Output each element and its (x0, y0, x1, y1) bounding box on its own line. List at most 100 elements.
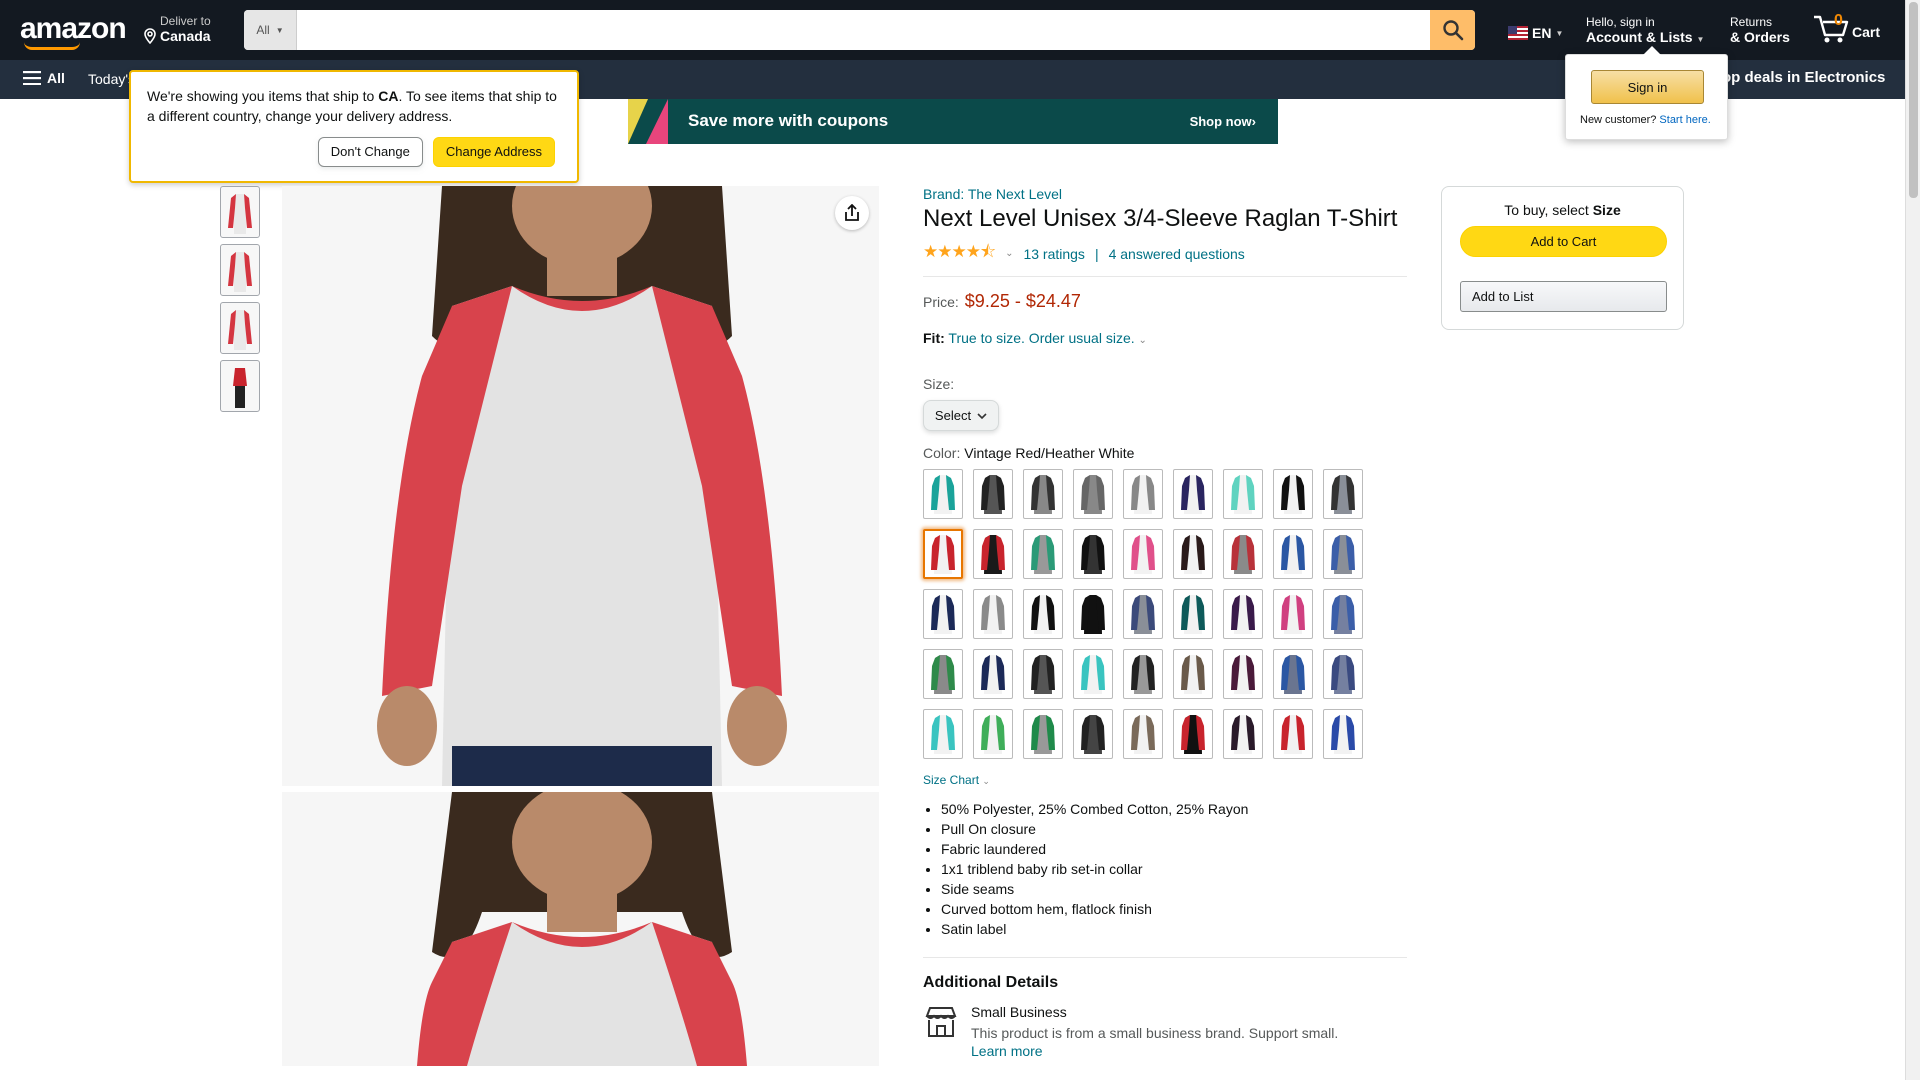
coupon-banner[interactable]: Save more with coupons Shop now› (628, 99, 1278, 144)
dont-change-button[interactable]: Don't Change (317, 137, 423, 167)
size-chart-label: Size Chart (923, 773, 980, 787)
electronics-deals-link[interactable]: op deals in Electronics (1722, 69, 1885, 86)
color-swatch[interactable] (1023, 469, 1063, 519)
thumbnail[interactable] (220, 186, 260, 238)
caret-down-icon: ▼ (1696, 35, 1705, 44)
color-swatch[interactable] (1073, 469, 1113, 519)
learn-more-link[interactable]: Learn more (971, 1043, 1338, 1059)
ratings-link[interactable]: 13 ratings (1023, 246, 1084, 262)
color-swatch[interactable] (1123, 589, 1163, 639)
additional-details: Additional Details Small Business This p… (923, 957, 1407, 1059)
orders-label: & Orders (1730, 29, 1790, 45)
start-here-link[interactable]: Start here. (1659, 114, 1710, 126)
color-swatch[interactable] (1223, 529, 1263, 579)
color-swatch[interactable] (1273, 649, 1313, 699)
color-swatch[interactable] (1273, 709, 1313, 759)
color-swatch[interactable] (1223, 469, 1263, 519)
shop-now-link[interactable]: Shop now› (1190, 114, 1256, 129)
color-swatch[interactable] (1223, 709, 1263, 759)
color-swatch[interactable] (973, 529, 1013, 579)
color-swatch[interactable] (973, 649, 1013, 699)
size-dropdown[interactable]: Select (923, 400, 999, 431)
scrollbar-thumb[interactable] (1909, 2, 1918, 198)
color-swatch[interactable] (1223, 649, 1263, 699)
color-swatch[interactable] (1323, 589, 1363, 639)
returns-orders[interactable]: Returns & Orders (1730, 15, 1790, 45)
color-swatch[interactable] (1123, 469, 1163, 519)
color-swatch[interactable] (923, 709, 963, 759)
product-info: Brand: The Next Level Next Level Unisex … (923, 186, 1407, 1059)
search-category-dropdown[interactable]: All ▼ (244, 10, 297, 50)
color-swatch[interactable] (1273, 469, 1313, 519)
thumbnail[interactable] (220, 360, 260, 412)
color-swatch[interactable] (1173, 529, 1213, 579)
color-swatch[interactable] (1273, 589, 1313, 639)
product-image-secondary[interactable] (282, 792, 879, 1066)
color-swatch[interactable] (923, 589, 963, 639)
color-swatch[interactable] (1023, 649, 1063, 699)
new-customer: New customer? Start here. (1580, 114, 1711, 126)
vertical-scrollbar[interactable] (1905, 0, 1920, 1080)
size-select-label: Select (934, 408, 972, 423)
share-button[interactable] (835, 196, 869, 230)
color-swatch[interactable] (1073, 589, 1113, 639)
fit-label: Fit: (923, 330, 945, 346)
thumbnail[interactable] (220, 244, 260, 296)
color-swatch[interactable] (1273, 529, 1313, 579)
color-swatch[interactable] (973, 709, 1013, 759)
color-swatch[interactable] (1173, 589, 1213, 639)
fit-value[interactable]: True to size. Order usual size. (948, 330, 1134, 346)
add-to-cart-button[interactable]: Add to Cart (1460, 226, 1667, 257)
add-to-list-button[interactable]: Add to List (1460, 281, 1667, 312)
color-swatch[interactable] (1173, 709, 1213, 759)
color-swatch[interactable] (973, 469, 1013, 519)
color-swatch[interactable] (1023, 589, 1063, 639)
new-customer-text: New customer? (1580, 114, 1657, 126)
ship-to-popover: We're showing you items that ship to CA.… (129, 70, 579, 183)
color-swatch[interactable] (1123, 709, 1163, 759)
change-address-button[interactable]: Change Address (432, 137, 555, 167)
amazon-logo[interactable]: amazon (20, 12, 127, 46)
search-input[interactable] (297, 10, 1430, 50)
color-swatch[interactable] (1073, 649, 1113, 699)
coupon-text: Save more with coupons (688, 111, 889, 130)
language-selector[interactable]: EN ▼ (1508, 25, 1563, 41)
chevron-down-icon[interactable]: ⌄ (1005, 248, 1013, 259)
size-chart-link[interactable]: Size Chart ⌄ (923, 773, 1407, 787)
color-swatch[interactable] (1123, 649, 1163, 699)
color-label-text: Color: (923, 445, 961, 461)
main-product-image[interactable] (282, 186, 879, 786)
color-swatch[interactable] (1323, 709, 1363, 759)
color-swatch[interactable] (1173, 469, 1213, 519)
color-swatch[interactable] (1223, 589, 1263, 639)
color-swatch[interactable] (923, 469, 963, 519)
account-lists[interactable]: Hello, sign in Account & Lists ▼ (1586, 15, 1704, 45)
color-swatch[interactable] (1323, 469, 1363, 519)
color-swatch[interactable] (1023, 709, 1063, 759)
color-swatch[interactable] (1073, 709, 1113, 759)
color-swatch[interactable] (973, 589, 1013, 639)
small-business-desc: This product is from a small business br… (971, 1025, 1339, 1041)
color-swatch[interactable] (1123, 529, 1163, 579)
all-menu-button[interactable]: All (23, 70, 65, 86)
color-swatch[interactable] (1173, 649, 1213, 699)
color-swatch[interactable] (923, 649, 963, 699)
storefront-icon (925, 1007, 957, 1037)
color-swatch[interactable] (1323, 529, 1363, 579)
color-swatch[interactable] (1323, 649, 1363, 699)
todays-deals-link[interactable]: Today's (88, 71, 135, 87)
color-swatch[interactable] (1023, 529, 1063, 579)
chevron-down-icon[interactable]: ⌄ (1139, 335, 1147, 346)
color-swatch[interactable] (923, 529, 963, 579)
thumbnail[interactable] (220, 302, 260, 354)
signin-button[interactable]: Sign in (1591, 70, 1704, 104)
star-rating[interactable]: ★★★★⯪ (923, 239, 996, 268)
answered-questions-link[interactable]: 4 answered questions (1109, 246, 1245, 262)
search-icon (1442, 20, 1463, 41)
search-button[interactable] (1430, 10, 1475, 50)
brand-link[interactable]: Brand: The Next Level (923, 186, 1407, 202)
cart-button[interactable]: 0 Cart (1812, 12, 1880, 44)
deliver-to[interactable]: Deliver to Canada (143, 14, 211, 44)
fit-info: Fit: True to size. Order usual size. ⌄ (923, 330, 1407, 346)
color-swatch[interactable] (1073, 529, 1113, 579)
